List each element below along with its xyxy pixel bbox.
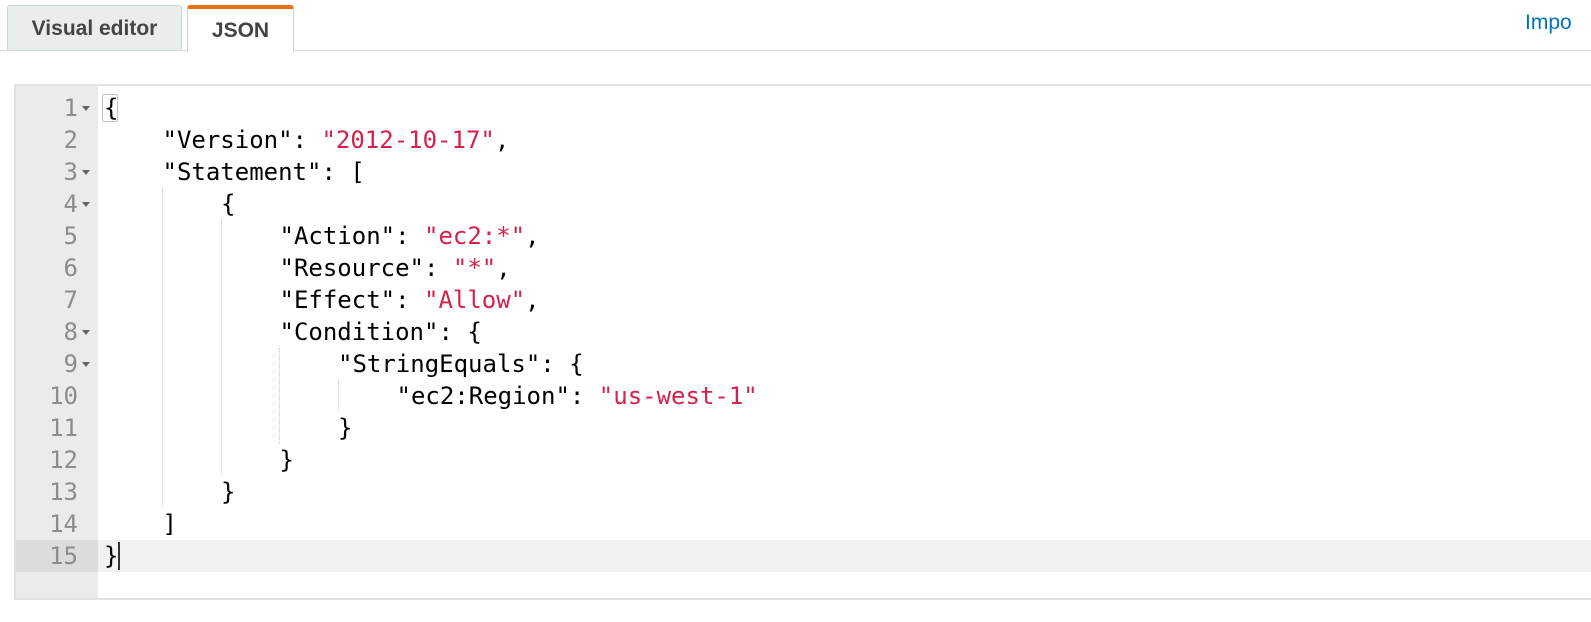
indent-guide: [162, 188, 163, 508]
string-token: "us-west-1": [598, 382, 758, 410]
tab-bar: Visual editor JSON Impo: [0, 0, 1591, 52]
code-line: "StringEquals": {: [338, 348, 584, 380]
code-line: "Version": "2012-10-17",: [163, 124, 510, 156]
code-token: "ec2:Region":: [396, 382, 599, 410]
line-number: 2: [63, 126, 78, 154]
indent-guide: [279, 348, 280, 444]
line-number: 11: [49, 414, 78, 442]
code-token: "Action":: [279, 222, 424, 250]
code-line: {: [221, 188, 235, 220]
code-line: "Condition": {: [280, 316, 482, 348]
code-token: ,: [525, 222, 540, 250]
code-token: "Version":: [162, 126, 322, 154]
line-number: 6: [63, 254, 78, 282]
fold-toggle-icon[interactable]: [82, 330, 90, 335]
line-number: 3: [63, 158, 78, 186]
code-token: "Statement": [: [162, 158, 365, 186]
fold-toggle-icon[interactable]: [82, 106, 90, 111]
line-number: 13: [49, 478, 78, 506]
fold-toggle-icon[interactable]: [82, 202, 90, 207]
tab-visual-editor[interactable]: Visual editor: [7, 5, 182, 51]
line-number: 10: [49, 382, 78, 410]
line-number: 12: [49, 446, 78, 474]
code-line: "Statement": [: [163, 156, 365, 188]
code-line: "Action": "ec2:*",: [280, 220, 540, 252]
fold-toggle-icon[interactable]: [82, 362, 90, 367]
indent-guide: [221, 220, 222, 476]
code-token: ,: [494, 126, 510, 154]
fold-toggle-icon[interactable]: [82, 170, 90, 175]
string-token: "Allow": [424, 286, 526, 314]
code-line: "ec2:Region": "us-west-1": [397, 380, 758, 412]
line-number: 15: [49, 542, 78, 570]
code-line: }: [221, 476, 235, 508]
line-number: 9: [63, 350, 78, 378]
string-token: "ec2:*": [424, 222, 526, 250]
active-line-highlight: [16, 540, 1591, 572]
import-link[interactable]: Impo: [1525, 11, 1572, 35]
line-number: 8: [63, 318, 78, 346]
line-number: 1: [63, 94, 78, 122]
code-line: }: [280, 444, 294, 476]
string-token: "*": [452, 254, 497, 282]
code-token: }: [279, 446, 294, 474]
code-line: ]: [163, 508, 177, 540]
code-token: }: [338, 414, 353, 442]
code-token: "Condition": {: [279, 318, 482, 346]
code-line: }: [338, 412, 352, 444]
code-token: "Effect":: [279, 286, 424, 314]
code-token: ,: [525, 286, 540, 314]
code-line: }: [104, 540, 118, 572]
code-line: "Resource": "*",: [280, 252, 511, 284]
line-number: 7: [63, 286, 78, 314]
code-token: "StringEquals": {: [338, 350, 584, 378]
line-number: 5: [63, 222, 78, 250]
code-token: }: [104, 542, 119, 570]
matching-bracket-highlight: [102, 94, 118, 122]
code-token: ,: [496, 254, 511, 282]
code-line: "Effect": "Allow",: [280, 284, 540, 316]
tab-json[interactable]: JSON: [187, 5, 294, 52]
code-token: "Resource":: [279, 254, 453, 282]
json-code-editor[interactable]: 1 {2 "Version": "2012-10-17", 3 "Statement":…: [14, 84, 1591, 600]
text-cursor: [118, 542, 120, 570]
string-token: "2012-10-17": [321, 126, 495, 154]
code-token: {: [221, 190, 236, 218]
line-number: 4: [63, 190, 78, 218]
indent-guide: [338, 380, 339, 412]
line-number: 14: [49, 510, 78, 538]
code-token: }: [221, 478, 236, 506]
code-token: ]: [162, 510, 177, 538]
